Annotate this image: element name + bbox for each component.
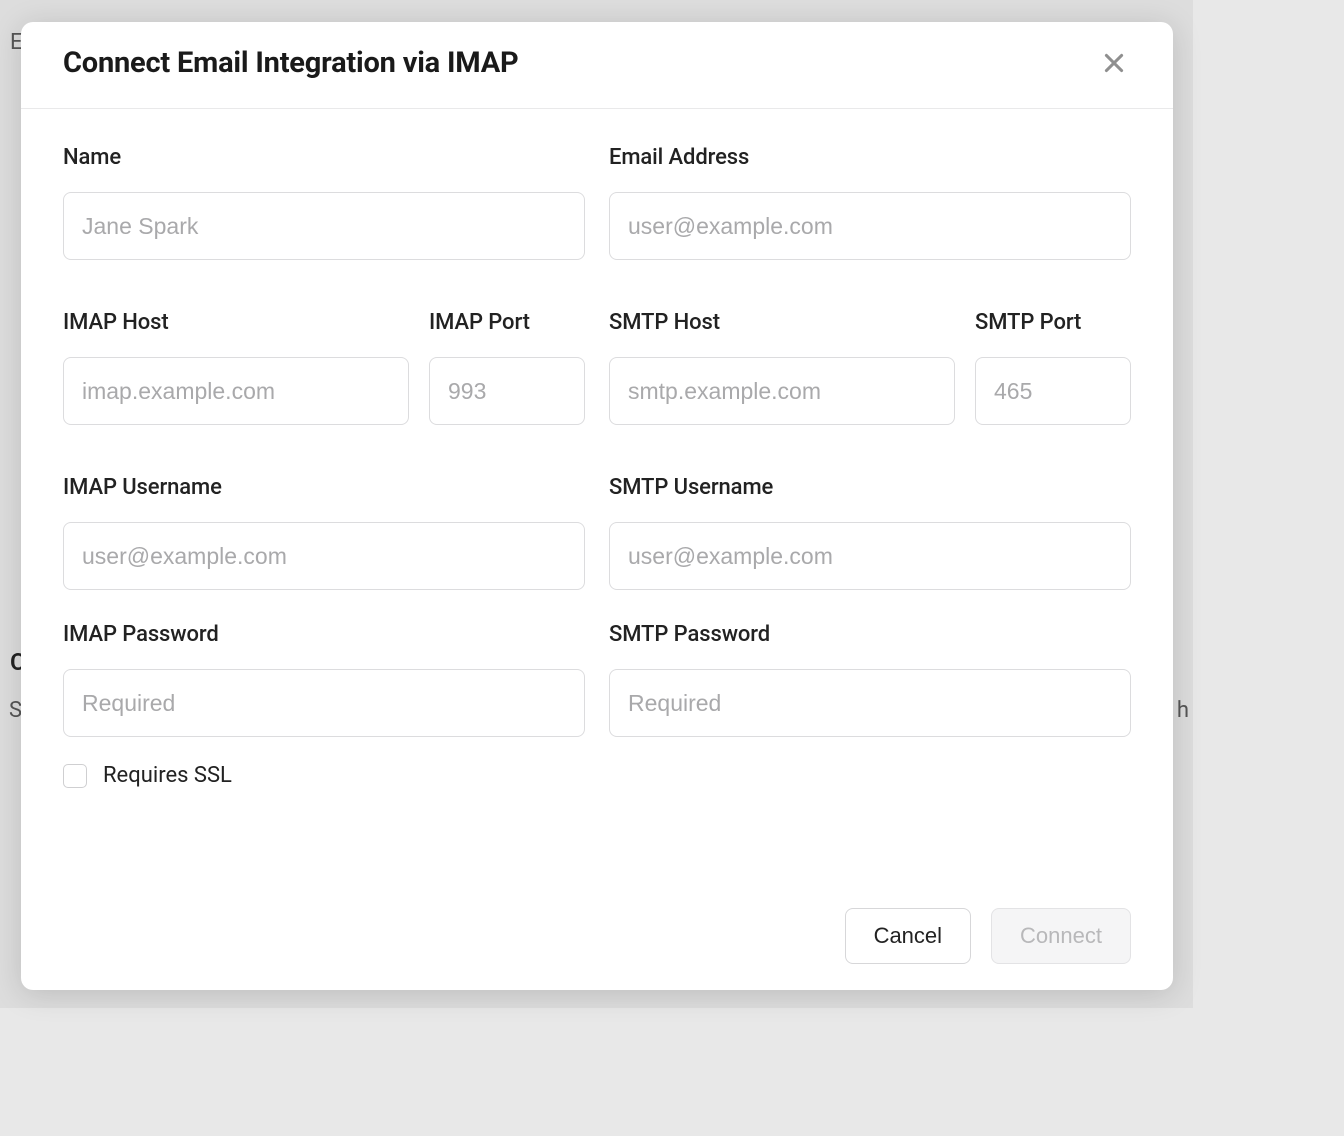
field-smtp-username: SMTP Username xyxy=(609,475,1131,590)
imap-password-input[interactable] xyxy=(63,669,585,737)
requires-ssl-label: Requires SSL xyxy=(103,763,232,788)
label-smtp-port: SMTP Port xyxy=(975,310,1131,335)
imap-host-input[interactable] xyxy=(63,357,409,425)
smtp-host-input[interactable] xyxy=(609,357,955,425)
imap-connect-modal: Connect Email Integration via IMAP Name … xyxy=(21,22,1173,990)
smtp-password-input[interactable] xyxy=(609,669,1131,737)
field-smtp-password: SMTP Password xyxy=(609,622,1131,737)
bg-letter: h xyxy=(1177,698,1189,723)
label-smtp-password: SMTP Password xyxy=(609,622,1131,647)
field-name: Name xyxy=(63,145,585,260)
imap-port-input[interactable] xyxy=(429,357,585,425)
modal-title: Connect Email Integration via IMAP xyxy=(63,46,519,80)
requires-ssl-row: Requires SSL xyxy=(63,763,1131,788)
label-name: Name xyxy=(63,145,585,170)
field-email: Email Address xyxy=(609,145,1131,260)
smtp-username-input[interactable] xyxy=(609,522,1131,590)
requires-ssl-checkbox[interactable] xyxy=(63,764,87,788)
label-imap-port: IMAP Port xyxy=(429,310,585,335)
name-input[interactable] xyxy=(63,192,585,260)
field-smtp-host: SMTP Host xyxy=(609,310,955,425)
imap-username-input[interactable] xyxy=(63,522,585,590)
smtp-port-input[interactable] xyxy=(975,357,1131,425)
connect-button[interactable]: Connect xyxy=(991,908,1131,964)
field-imap-password: IMAP Password xyxy=(63,622,585,737)
email-input[interactable] xyxy=(609,192,1131,260)
label-smtp-username: SMTP Username xyxy=(609,475,1131,500)
modal-footer: Cancel Connect xyxy=(21,908,1173,990)
field-imap-port: IMAP Port xyxy=(429,310,585,425)
label-imap-host: IMAP Host xyxy=(63,310,409,335)
label-smtp-host: SMTP Host xyxy=(609,310,955,335)
label-imap-password: IMAP Password xyxy=(63,622,585,647)
close-button[interactable] xyxy=(1097,46,1131,80)
field-smtp-port: SMTP Port xyxy=(975,310,1131,425)
label-imap-username: IMAP Username xyxy=(63,475,585,500)
field-imap-username: IMAP Username xyxy=(63,475,585,590)
cancel-button[interactable]: Cancel xyxy=(845,908,971,964)
field-imap-host: IMAP Host xyxy=(63,310,409,425)
close-icon xyxy=(1101,50,1127,76)
modal-header: Connect Email Integration via IMAP xyxy=(21,22,1173,109)
modal-body: Name Email Address IMAP Host IMAP Port xyxy=(21,109,1173,908)
label-email: Email Address xyxy=(609,145,1131,170)
